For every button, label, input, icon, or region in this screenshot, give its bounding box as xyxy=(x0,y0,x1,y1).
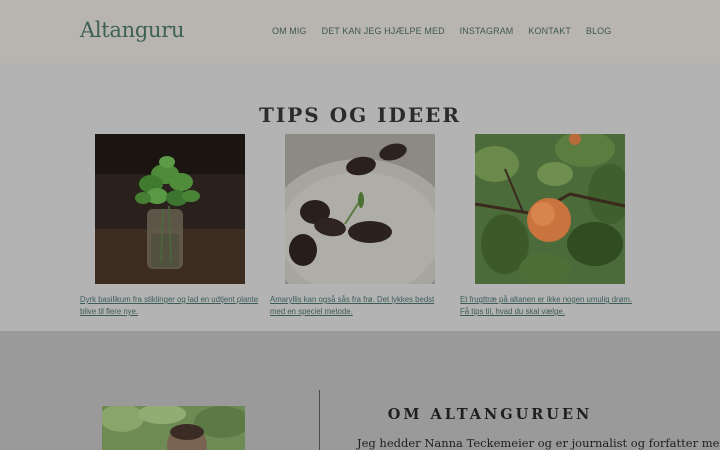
apricot-link[interactable]: Et frugttræ på altanen er ikke nogen umu… xyxy=(460,294,640,318)
basil-image[interactable] xyxy=(95,134,245,284)
nav-kontakt[interactable]: KONTAKT xyxy=(528,26,571,36)
about-body: Jeg hedder Nanna Teckemeier og er journa… xyxy=(357,436,720,450)
site-logo[interactable]: Altanguru xyxy=(80,18,185,42)
basil-link[interactable]: Dyrk basilikum fra stiklinger og lad en … xyxy=(80,294,260,318)
nav-instagram[interactable]: INSTAGRAM xyxy=(460,26,514,36)
apricot-image[interactable] xyxy=(475,134,625,284)
amaryllis-link[interactable]: Amaryllis kan også sås fra frø. Det lykk… xyxy=(270,294,450,318)
amaryllis-image[interactable] xyxy=(285,134,435,284)
about-section: OM ALTANGURUEN Jeg hedder Nanna Teckemei… xyxy=(0,331,720,450)
site-header: Altanguru OM MIG DET KAN JEG HJÆLPE MED … xyxy=(0,0,720,63)
nav-om-mig[interactable]: OM MIG xyxy=(272,26,307,36)
about-title: OM ALTANGURUEN xyxy=(387,406,593,423)
nav-det-kan-jeg-hjaelpe-med[interactable]: DET KAN JEG HJÆLPE MED xyxy=(322,26,445,36)
nav-blog[interactable]: BLOG xyxy=(586,26,611,36)
tips-section: TIPS OG IDEER Dyrk basilikum fra stiklin… xyxy=(0,63,720,331)
tips-title: TIPS OG IDEER xyxy=(259,103,461,127)
portrait-image xyxy=(102,406,245,450)
main-nav: OM MIG DET KAN JEG HJÆLPE MED INSTAGRAM … xyxy=(272,26,611,36)
section-divider xyxy=(319,390,320,450)
